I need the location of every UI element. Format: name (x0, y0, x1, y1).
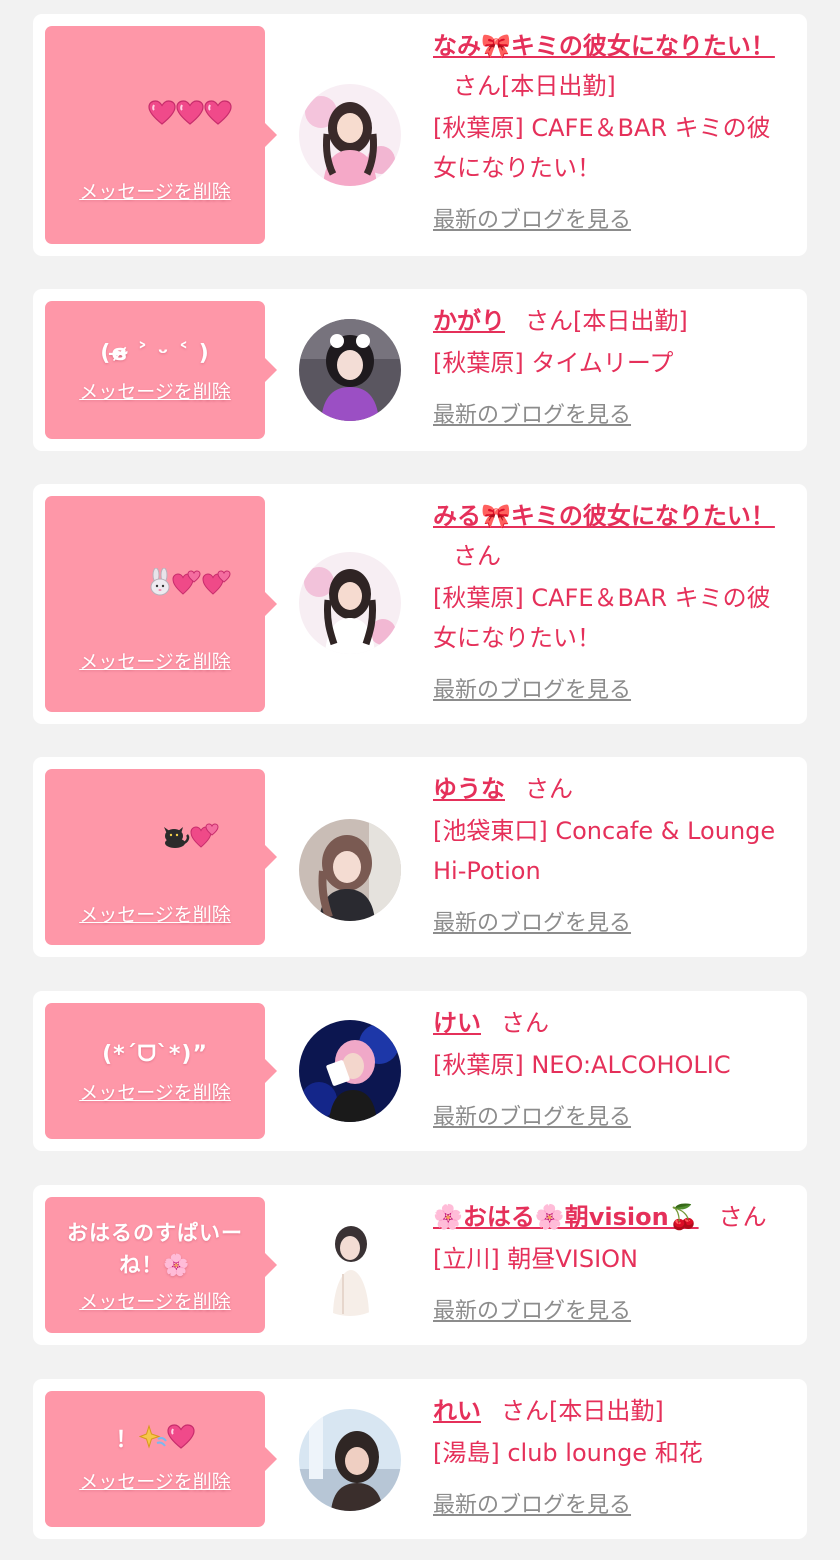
message-text: (ɞ̴̶̷ ˃ ᵕ ˂ ) (100, 340, 210, 366)
message-text-prefix: ！ (115, 1428, 139, 1453)
message-card: (ɞ̴̶̷ ˃ ᵕ ˂ ) メッセージを削除 かがり さん[本日出勤] [秋葉原]… (33, 289, 807, 451)
honorific-status: さん[本日出勤] (453, 72, 616, 100)
heart-icon (148, 100, 176, 137)
message-bubble: メッセージを削除 (45, 26, 277, 244)
latest-blog-link[interactable]: 最新のブログを見る (433, 202, 631, 234)
profile-name-link[interactable]: 🌸おはる🌸朝vision🍒 (433, 1203, 699, 1231)
latest-blog-link[interactable]: 最新のブログを見る (433, 905, 631, 937)
delete-message-link[interactable]: メッセージを削除 (79, 1467, 231, 1494)
message-card: メッセージを削除 みる🎀キミの彼女になりたい！ さん [秋葉原] CAFE＆BAR… (33, 484, 807, 724)
honorific-status: さん (501, 1009, 549, 1037)
rabbit-icon (148, 567, 172, 607)
profile-info: ゆうな さん [池袋東口] Concafe & Lounge Hi-Potion … (433, 769, 793, 937)
message-text: ！ (115, 1424, 195, 1461)
message-bubble: (*ˊᗜˋ*)” メッセージを削除 (45, 1003, 277, 1139)
heart-icon (176, 100, 204, 137)
message-card: (*ˊᗜˋ*)” メッセージを削除 けい さん [秋葉原] NEO:ALCOHOL… (33, 991, 807, 1151)
delete-message-link[interactable]: メッセージを削除 (79, 647, 231, 674)
avatar[interactable] (299, 1020, 401, 1122)
message-bubble: ！ メッセージを削除 (45, 1391, 277, 1527)
delete-message-link[interactable]: メッセージを削除 (79, 177, 231, 204)
message-text (78, 534, 231, 641)
delete-message-link[interactable]: メッセージを削除 (79, 900, 231, 927)
shop-name: [湯島] club lounge 和花 (433, 1439, 703, 1467)
honorific-status: さん (525, 775, 573, 803)
message-text: (*ˊᗜˋ*)” (102, 1041, 208, 1067)
honorific-status: さん[本日出勤] (525, 307, 688, 335)
profile-info: かがり さん[本日出勤] [秋葉原] タイムリープ 最新のブログを見る (433, 301, 793, 429)
shop-name: [秋葉原] タイムリープ (433, 349, 674, 377)
message-bubble: メッセージを削除 (45, 769, 277, 945)
avatar[interactable] (299, 1409, 401, 1511)
message-bubble: おはるのすぱいーね！🌸 メッセージを削除 (45, 1197, 277, 1333)
profile-name-link[interactable]: ゆうな (433, 775, 505, 803)
latest-blog-link[interactable]: 最新のブログを見る (433, 1293, 631, 1325)
profile-name-link[interactable]: なみ🎀キミの彼女になりたい！ (433, 32, 775, 60)
profile-name-link[interactable]: かがり (433, 307, 505, 335)
message-card: メッセージを削除 なみ🎀キミの彼女になりたい！ さん[本日出勤] [秋葉原] CA… (33, 14, 807, 256)
message-card: メッセージを削除 ゆうな さん [池袋東口] Concafe & Lounge H… (33, 757, 807, 957)
profile-info: れい さん[本日出勤] [湯島] club lounge 和花 最新のブログを見る (433, 1391, 793, 1519)
avatar[interactable] (299, 819, 401, 921)
two-hearts-icon (172, 568, 202, 607)
message-card: ！ メッセージを削除 れい さん[本日出勤] [湯島] club lounge 和… (33, 1379, 807, 1539)
profile-name-link[interactable]: れい (433, 1397, 481, 1425)
heart-icon (204, 100, 232, 137)
message-text: おはるのすぱいーね！🌸 (67, 1220, 243, 1277)
avatar[interactable] (299, 319, 401, 421)
avatar[interactable] (299, 84, 401, 186)
honorific-status: さん[本日出勤] (501, 1397, 664, 1425)
two-hearts-icon (190, 821, 220, 860)
profile-info: 🌸おはる🌸朝vision🍒 さん [立川] 朝昼VISION 最新のブログを見る (433, 1197, 793, 1325)
profile-name-link[interactable]: みる🎀キミの彼女になりたい！ (433, 502, 775, 530)
message-bubble: メッセージを削除 (45, 496, 277, 712)
heart-icon (166, 1424, 195, 1461)
message-bubble: (ɞ̴̶̷ ˃ ᵕ ˂ ) メッセージを削除 (45, 301, 277, 439)
latest-blog-link[interactable]: 最新のブログを見る (433, 1487, 631, 1519)
avatar[interactable] (299, 552, 401, 654)
sparkle-icon (138, 1424, 167, 1461)
latest-blog-link[interactable]: 最新のブログを見る (433, 1099, 631, 1131)
profile-name-link[interactable]: けい (433, 1009, 481, 1037)
shop-name: [立川] 朝昼VISION (433, 1245, 639, 1273)
two-hearts-icon (202, 568, 232, 607)
shop-name: [秋葉原] CAFE＆BAR キミの彼女になりたい！ (433, 584, 771, 652)
profile-info: けい さん [秋葉原] NEO:ALCOHOLIC 最新のブログを見る (433, 1003, 793, 1131)
message-text (90, 787, 219, 894)
shop-name: [秋葉原] NEO:ALCOHOLIC (433, 1051, 731, 1079)
latest-blog-link[interactable]: 最新のブログを見る (433, 397, 631, 429)
latest-blog-link[interactable]: 最新のブログを見る (433, 672, 631, 704)
shop-name: [池袋東口] Concafe & Lounge Hi-Potion (433, 817, 776, 885)
delete-message-link[interactable]: メッセージを削除 (79, 1078, 231, 1105)
message-card: おはるのすぱいーね！🌸 メッセージを削除 🌸おはる🌸朝vision🍒 さん [立川… (33, 1185, 807, 1345)
profile-info: なみ🎀キミの彼女になりたい！ さん[本日出勤] [秋葉原] CAFE＆BAR キミ… (433, 26, 793, 234)
honorific-status: さん (718, 1203, 767, 1231)
black-cat-icon (160, 823, 190, 860)
delete-message-link[interactable]: メッセージを削除 (79, 377, 231, 404)
honorific-status: さん (453, 542, 501, 570)
shop-name: [秋葉原] CAFE＆BAR キミの彼女になりたい！ (433, 114, 771, 182)
profile-info: みる🎀キミの彼女になりたい！ さん [秋葉原] CAFE＆BAR キミの彼女になり… (433, 496, 793, 704)
avatar[interactable] (299, 1214, 401, 1316)
delete-message-link[interactable]: メッセージを削除 (79, 1287, 231, 1314)
message-text (78, 66, 232, 171)
